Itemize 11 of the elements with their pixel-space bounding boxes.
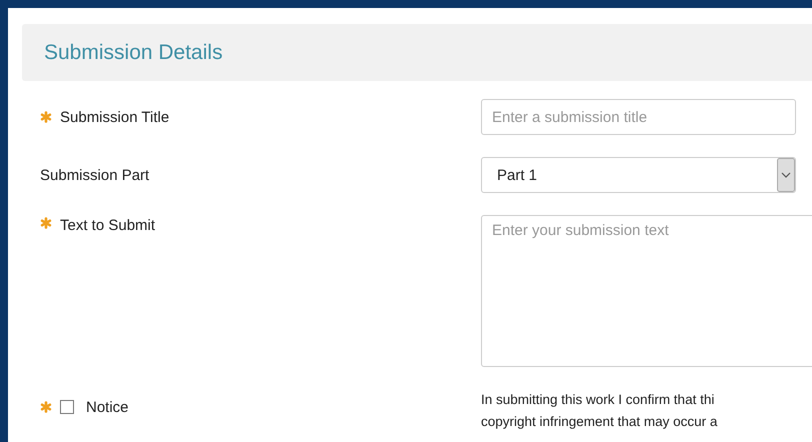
notice-text: copyright infringement that may occur a xyxy=(481,413,718,431)
title-input[interactable]: Enter a submission title xyxy=(481,99,796,135)
section-title: Submission Details xyxy=(44,40,223,64)
field-label: Submission Title xyxy=(60,108,170,126)
part-select[interactable]: Part 1 xyxy=(481,157,796,193)
field-label: Submission Part xyxy=(40,166,150,184)
field-label: Text to Submit xyxy=(60,217,156,234)
field-label: Notice xyxy=(86,398,129,416)
text-input[interactable]: Enter your submission text xyxy=(481,215,812,367)
notice-text: In submitting this work I confirm that thi xyxy=(481,391,716,409)
notice-checkbox[interactable] xyxy=(60,400,74,414)
